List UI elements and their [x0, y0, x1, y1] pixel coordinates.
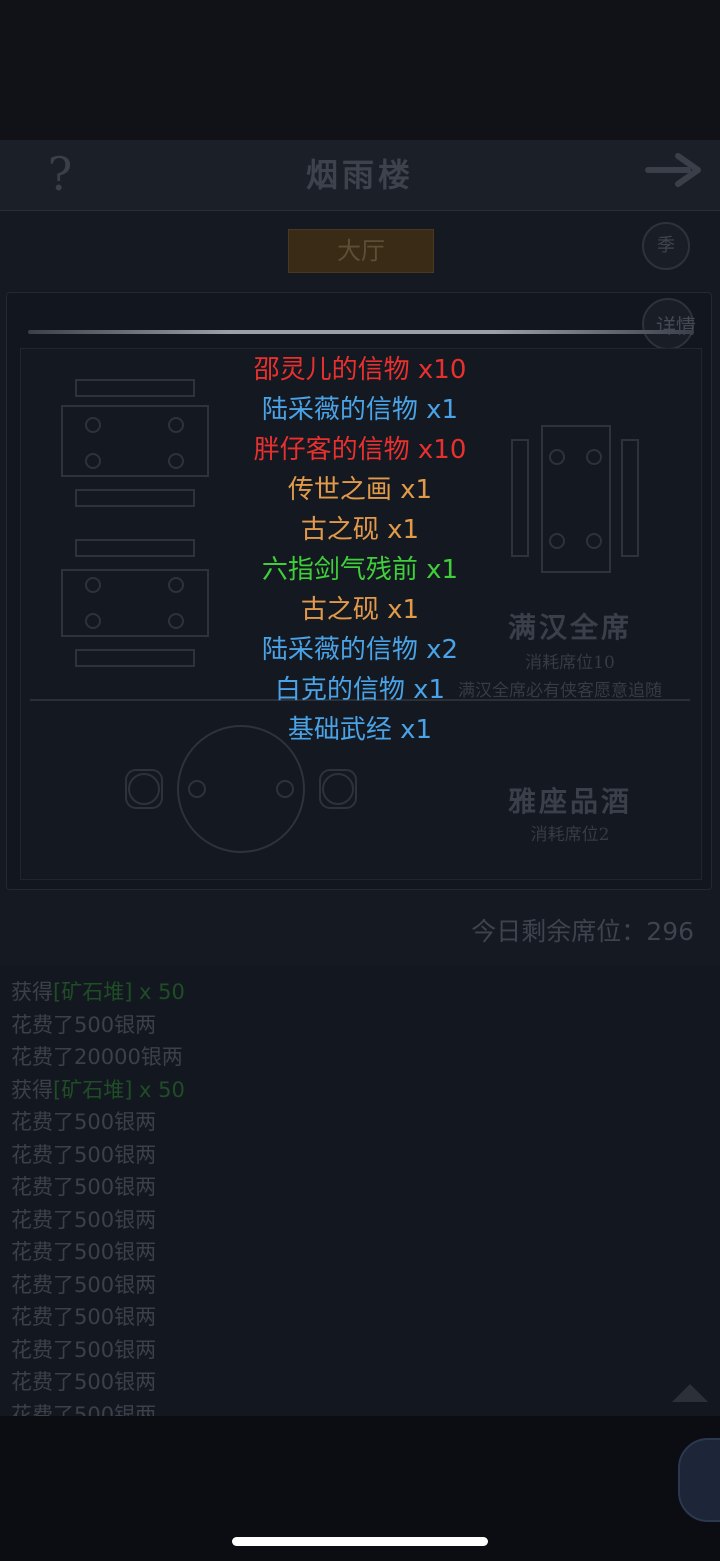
log-line: 花费了500银两 [11, 1013, 157, 1037]
wine-seat-title[interactable]: 雅座品酒 [470, 780, 670, 820]
log-line: 花费了500银两 [11, 1273, 157, 1297]
reward-item: 古之砚 x1 [300, 595, 420, 625]
wine-seat-cost: 消耗席位2 [530, 825, 610, 845]
log-line: 花费了500银两 [11, 1338, 157, 1362]
home-indicator[interactable] [232, 1537, 488, 1546]
reward-item: 白克的信物 x1 [274, 675, 446, 705]
log-line: 花费了500银两 [11, 1370, 157, 1394]
log-line: 花费了500银两 [11, 1175, 157, 1199]
log-line: 花费了500银两 [11, 1110, 157, 1134]
character-avatar[interactable] [678, 1438, 720, 1522]
log-line: 获得[矿石堆] x 50 [11, 1078, 185, 1102]
reward-item: 胖仔客的信物 x10 [253, 435, 467, 465]
remaining-seats: 今日剩余席位：296 [471, 917, 694, 946]
scroll-up-icon[interactable] [668, 1380, 712, 1406]
activity-log[interactable]: 获得[矿石堆] x 50 花费了500银两 花费了20000银两 获得[矿石堆]… [0, 966, 720, 1416]
log-line: 花费了500银两 [11, 1143, 157, 1167]
log-line: 花费了500银两 [11, 1208, 157, 1232]
log-line: 花费了500银两 [11, 1403, 157, 1416]
reward-item: 古之砚 x1 [300, 515, 420, 545]
reward-item: 传世之画 x1 [287, 475, 433, 505]
log-line: 获得[矿石堆] x 50 [11, 980, 185, 1004]
reward-list: 邵灵儿的信物 x10 陆采薇的信物 x1 胖仔客的信物 x10 传世之画 x1 … [150, 350, 570, 750]
reward-item: 邵灵儿的信物 x10 [253, 355, 467, 385]
log-line: 花费了500银两 [11, 1240, 157, 1264]
reward-item: 陆采薇的信物 x1 [261, 395, 459, 425]
reward-item: 六指剑气残前 x1 [261, 555, 459, 585]
reward-item: 基础武经 x1 [287, 715, 433, 745]
log-line: 花费了20000银两 [11, 1045, 183, 1069]
reward-item: 陆采薇的信物 x2 [261, 635, 459, 665]
log-line: 花费了500银两 [11, 1305, 157, 1329]
